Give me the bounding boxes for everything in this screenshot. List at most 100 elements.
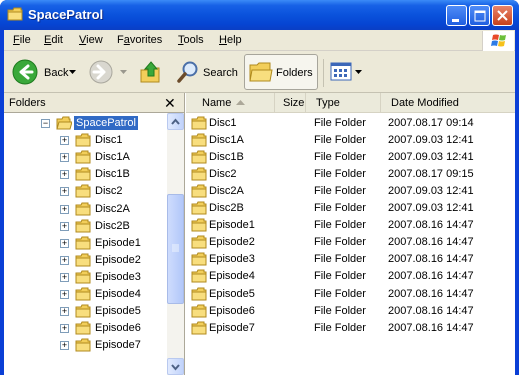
- cell-date-modified: 2007.09.03 12:41: [388, 151, 474, 164]
- expand-icon[interactable]: +: [60, 324, 69, 334]
- collapse-icon[interactable]: −: [41, 119, 50, 128]
- tree-item-disc1[interactable]: + Disc1: [4, 132, 167, 149]
- list-row-episode1[interactable]: Episode1 File Folder 2007.08.16 14:47: [186, 217, 515, 234]
- search-button[interactable]: Search: [174, 54, 240, 90]
- list-row-episode3[interactable]: Episode3 File Folder 2007.08.16 14:47: [186, 251, 515, 268]
- folder-icon: [191, 252, 207, 266]
- expand-icon[interactable]: +: [60, 255, 69, 265]
- column-date-modified[interactable]: Date Modified: [381, 93, 515, 113]
- folders-button[interactable]: Folders: [244, 54, 318, 90]
- cell-date-modified: 2007.08.16 14:47: [388, 270, 474, 283]
- file-list[interactable]: Name Size Type Date Modified Disc1 File F…: [186, 93, 515, 375]
- tree-item-disc1a[interactable]: + Disc1A: [4, 149, 167, 166]
- menu-edit[interactable]: Edit: [44, 34, 63, 46]
- menu-tools[interactable]: Tools: [178, 34, 204, 46]
- list-row-disc2a[interactable]: Disc2A File Folder 2007.09.03 12:41: [186, 183, 515, 200]
- tree-item-episode3[interactable]: + Episode3: [4, 269, 167, 286]
- menu-file[interactable]: File: [13, 34, 31, 46]
- expand-icon[interactable]: +: [60, 187, 69, 197]
- tree-item-episode4[interactable]: + Episode4: [4, 286, 167, 303]
- forward-button[interactable]: [87, 54, 131, 90]
- column-size[interactable]: Size: [275, 93, 306, 113]
- list-row-disc1[interactable]: Disc1 File Folder 2007.08.17 09:14: [186, 115, 515, 132]
- tree-item-label: Episode6: [95, 322, 141, 335]
- cell-type: File Folder: [314, 253, 366, 266]
- scroll-down-button[interactable]: [167, 358, 184, 375]
- window-client: File Edit View Favorites Tools Help Back…: [4, 30, 515, 375]
- scroll-thumb[interactable]: [167, 194, 184, 304]
- back-arrow-icon: [12, 59, 38, 85]
- expand-icon[interactable]: +: [60, 290, 69, 299]
- list-row-disc1b[interactable]: Disc1B File Folder 2007.09.03 12:41: [186, 149, 515, 166]
- list-row-episode2[interactable]: Episode2 File Folder 2007.08.16 14:47: [186, 234, 515, 251]
- list-row-episode5[interactable]: Episode5 File Folder 2007.08.16 14:47: [186, 286, 515, 303]
- folder-tree-scrollbar[interactable]: [167, 113, 184, 375]
- maximize-icon: [474, 10, 486, 22]
- list-row-disc2[interactable]: Disc2 File Folder 2007.08.17 09:15: [186, 166, 515, 183]
- folder-icon: [191, 218, 207, 232]
- expand-icon[interactable]: +: [60, 221, 69, 231]
- tree-item-episode2[interactable]: + Episode2: [4, 252, 167, 269]
- tree-item-label: Episode4: [95, 288, 141, 300]
- tree-item-episode7[interactable]: + Episode7: [4, 337, 167, 354]
- forward-dropdown-icon: [120, 70, 127, 74]
- scroll-up-icon: [171, 118, 180, 125]
- scroll-up-button[interactable]: [167, 113, 184, 130]
- tree-item-episode6[interactable]: + Episode6: [4, 320, 167, 337]
- maximize-button[interactable]: [469, 5, 490, 26]
- expand-icon[interactable]: +: [60, 307, 69, 317]
- list-row-disc2b[interactable]: Disc2B File Folder 2007.09.03 12:41: [186, 200, 515, 217]
- minimize-button[interactable]: [446, 5, 467, 26]
- menu-favorites[interactable]: Favorites: [117, 34, 162, 46]
- expand-icon[interactable]: +: [60, 204, 69, 214]
- views-dropdown-icon: [355, 70, 362, 74]
- expand-icon[interactable]: +: [60, 238, 69, 248]
- tree-item-episode5[interactable]: + Episode5: [4, 303, 167, 320]
- title-bar[interactable]: SpacePatrol: [0, 0, 519, 30]
- tree-item-disc1b[interactable]: + Disc1B: [4, 166, 167, 183]
- folders-icon: [249, 62, 273, 82]
- cell-type: File Folder: [314, 287, 366, 300]
- tree-item-episode1[interactable]: + Episode1: [4, 235, 167, 252]
- folder-icon: [191, 321, 207, 335]
- expand-icon[interactable]: +: [60, 341, 69, 351]
- menu-help[interactable]: Help: [219, 34, 242, 46]
- views-button[interactable]: [328, 54, 364, 90]
- cell-type: File Folder: [314, 321, 366, 334]
- folder-icon: [191, 133, 207, 147]
- cell-date-modified: 2007.08.16 14:47: [388, 253, 474, 266]
- cell-type: File Folder: [314, 185, 366, 198]
- menu-view[interactable]: View: [79, 34, 103, 46]
- folder-tree[interactable]: − SpacePatrol + Disc1 + Disc1A + Disc1B + Disc2 + D…: [4, 113, 167, 375]
- tree-item-disc2[interactable]: + Disc2: [4, 183, 167, 200]
- list-row-episode6[interactable]: Episode6 File Folder 2007.08.16 14:47: [186, 303, 515, 320]
- expand-icon[interactable]: +: [60, 272, 69, 282]
- expand-icon[interactable]: +: [60, 136, 69, 146]
- tree-item-disc2b[interactable]: + Disc2B: [4, 218, 167, 235]
- list-row-episode4[interactable]: Episode4 File Folder 2007.08.16 14:47: [186, 268, 515, 285]
- folder-icon: [75, 287, 91, 301]
- folders-label: Folders: [276, 67, 313, 79]
- list-row-disc1a[interactable]: Disc1A File Folder 2007.09.03 12:41: [186, 132, 515, 149]
- cell-name: Episode4: [209, 270, 255, 283]
- back-button[interactable]: Back: [9, 54, 76, 90]
- folders-pane-header: Folders ✕: [4, 93, 184, 113]
- expand-icon[interactable]: +: [60, 153, 69, 163]
- folders-pane-close-button[interactable]: ✕: [164, 95, 176, 112]
- folder-icon: [191, 116, 207, 130]
- column-type[interactable]: Type: [306, 93, 381, 113]
- folder-icon: [191, 150, 207, 164]
- close-button[interactable]: [492, 5, 513, 26]
- minimize-icon: [452, 19, 459, 22]
- tree-item-disc2a[interactable]: + Disc2A: [4, 201, 167, 218]
- tree-item-spacepatrol[interactable]: − SpacePatrol: [4, 115, 167, 132]
- column-name[interactable]: Name: [186, 93, 275, 113]
- expand-icon[interactable]: +: [60, 170, 69, 180]
- list-row-episode7[interactable]: Episode7 File Folder 2007.08.16 14:47: [186, 320, 515, 337]
- cell-name: Disc1B: [209, 151, 244, 164]
- cell-date-modified: 2007.08.16 14:47: [388, 304, 474, 317]
- up-folder-button[interactable]: [137, 54, 165, 90]
- views-icon: [330, 62, 352, 81]
- tree-item-label: Episode2: [95, 253, 141, 266]
- folder-icon: [191, 184, 207, 198]
